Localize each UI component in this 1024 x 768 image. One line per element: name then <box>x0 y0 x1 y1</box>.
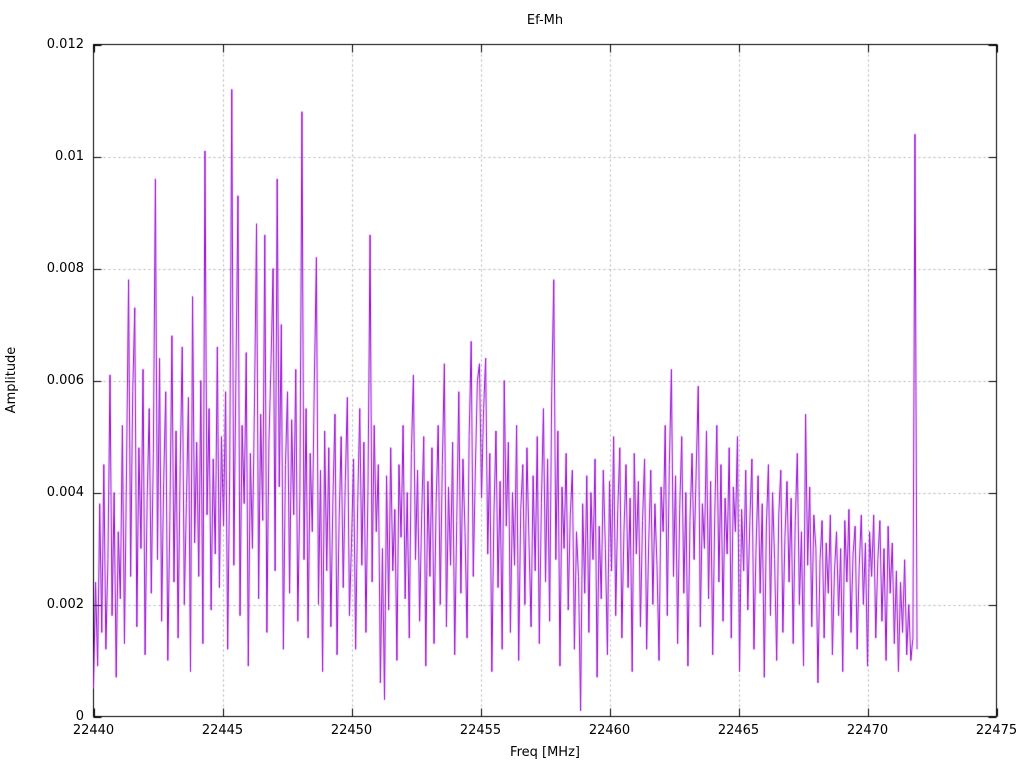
gnuplot-chart: Ef-Mh Freq [MHz] Amplitude 22440 22445 224… <box>0 0 1024 768</box>
y-tick-label-0: 0 <box>75 708 84 724</box>
plot-area <box>0 0 1024 768</box>
x-tick-label-22470: 22470 <box>846 723 889 738</box>
x-tick-label-22465: 22465 <box>717 723 760 738</box>
x-axis-label: Freq [MHz] <box>510 745 580 760</box>
chart-title: Ef-Mh <box>526 13 564 28</box>
x-tick-label-22450: 22450 <box>330 723 373 738</box>
y-tick-label-0.01: 0.01 <box>55 148 84 164</box>
x-tick-label-22440: 22440 <box>72 723 115 738</box>
x-tick-label-22460: 22460 <box>588 723 631 738</box>
x-tick-label-22445: 22445 <box>201 723 244 738</box>
x-tick-label-22455: 22455 <box>459 723 502 738</box>
x-tick-label-22475: 22475 <box>975 723 1018 738</box>
y-tick-label-0.012: 0.012 <box>46 36 84 52</box>
y-tick-label-0.002: 0.002 <box>46 596 84 612</box>
y-tick-label-0.008: 0.008 <box>46 260 84 276</box>
y-tick-label-0.004: 0.004 <box>46 484 84 500</box>
y-tick-label-0.006: 0.006 <box>46 372 84 388</box>
